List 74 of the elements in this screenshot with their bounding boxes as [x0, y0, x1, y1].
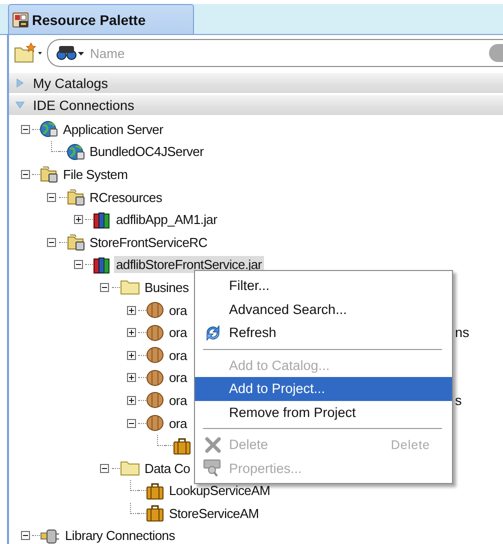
collapse-icon[interactable] [100, 464, 109, 473]
package-icon [146, 346, 164, 364]
menu-item[interactable]: Filter... [195, 274, 452, 298]
collapse-icon[interactable] [100, 282, 109, 292]
tree-item-text: ns [455, 325, 470, 340]
tree-item[interactable]: ora [167, 324, 189, 342]
collapse-icon[interactable] [126, 418, 136, 428]
globe-icon [66, 142, 84, 161]
tree-item[interactable]: StoreFrontServiceRC [88, 234, 210, 251]
expand-icon[interactable] [74, 215, 82, 224]
tree-item[interactable]: Busines [142, 278, 191, 296]
tree-item[interactable]: adflibApp_AM1.jar [114, 211, 220, 228]
plug-icon [40, 526, 60, 544]
folder-icon [120, 459, 140, 478]
collapse-icon[interactable] [47, 192, 56, 202]
panel-title: Resource Palette [32, 12, 146, 28]
menu-item[interactable]: Refresh [195, 321, 452, 344]
tree-item[interactable]: Application Server [61, 120, 166, 138]
panel-tab[interactable]: Resource Palette [8, 4, 194, 34]
collapse-triangle-icon [15, 100, 25, 110]
expand-icon[interactable] [126, 373, 136, 382]
folder-icon [66, 188, 84, 206]
package-icon [146, 301, 164, 320]
package-icon [146, 391, 164, 410]
menu-item[interactable]: Remove from Project [195, 400, 452, 424]
section-header[interactable]: My Catalogs [9, 73, 503, 93]
package-icon [146, 368, 164, 387]
globe-icon [40, 120, 58, 138]
expand-icon[interactable] [126, 350, 136, 360]
search-input[interactable]: Name [88, 44, 487, 62]
tree-item[interactable]: ora [167, 302, 189, 319]
expand-icon[interactable] [126, 306, 136, 315]
tree-item[interactable]: StoreServiceAM [167, 504, 261, 522]
tree-item[interactable]: LookupServiceAM [167, 482, 272, 500]
tree-item[interactable]: ora [167, 346, 189, 364]
binoculars-icon[interactable] [56, 43, 86, 63]
package-icon [146, 414, 164, 432]
expand-triangle-icon [15, 78, 25, 88]
tree-item-text: s [455, 392, 462, 408]
tree-item[interactable]: File System [61, 166, 130, 183]
briefcase-icon [146, 482, 164, 500]
collapse-icon[interactable] [74, 260, 82, 270]
tree-item[interactable]: ora [167, 369, 189, 386]
books-icon [93, 210, 111, 229]
folder-icon [120, 278, 140, 296]
collapse-icon[interactable] [20, 124, 30, 134]
palette-icon [12, 10, 30, 28]
section-label: IDE Connections [33, 98, 134, 112]
collapse-icon[interactable] [47, 238, 56, 247]
tree-item[interactable]: Library Connections [63, 527, 177, 544]
briefcase-icon [172, 436, 190, 455]
tree-item[interactable]: ora [167, 414, 189, 432]
delete-icon [204, 436, 222, 454]
properties-icon [203, 459, 223, 478]
tree-item[interactable]: BundledOC4JServer [88, 143, 206, 160]
tree-item[interactable]: RCresources [88, 188, 164, 206]
collapse-icon[interactable] [20, 531, 30, 540]
new-folder-button[interactable] [13, 42, 43, 64]
expand-icon[interactable] [126, 328, 136, 338]
menu-item[interactable]: Advanced Search... [195, 298, 452, 321]
search-field[interactable]: Name [47, 39, 503, 67]
folder-icon [66, 233, 84, 252]
tree-item[interactable]: Data Co [142, 460, 192, 477]
tree-item[interactable]: adflibStoreFrontService.jar [114, 256, 264, 274]
package-icon [146, 324, 164, 342]
expand-icon[interactable] [126, 396, 136, 405]
tree-item[interactable]: ora [167, 392, 189, 409]
books-icon [93, 256, 111, 274]
section-label: My Catalogs [33, 76, 108, 90]
section-header[interactable]: IDE Connections [9, 95, 503, 115]
folder-icon [40, 165, 58, 184]
menu-item[interactable]: Add to Project... [195, 377, 452, 400]
collapse-icon[interactable] [20, 170, 30, 179]
briefcase-icon [146, 504, 164, 522]
